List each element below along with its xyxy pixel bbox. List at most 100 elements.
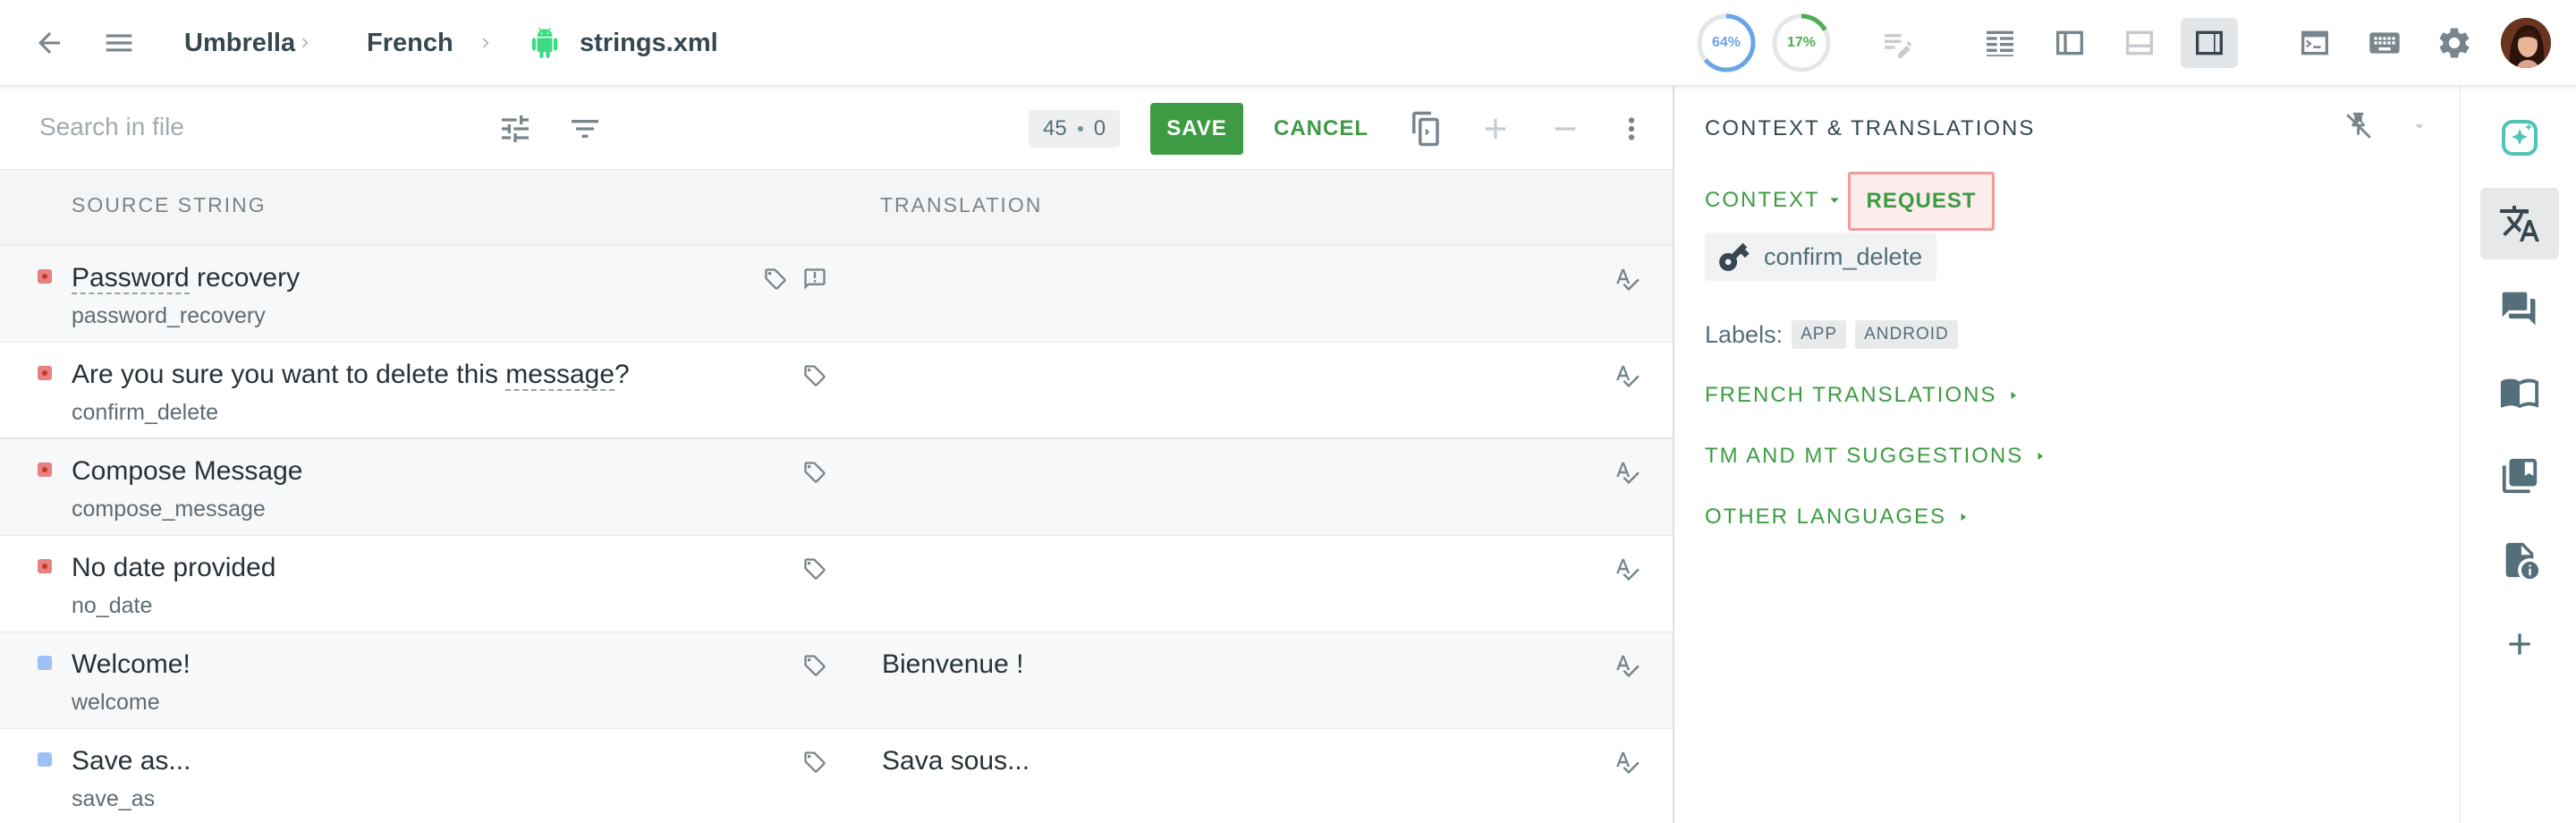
source-text-pre: Compose Message <box>72 456 303 486</box>
android-icon <box>528 27 562 59</box>
counter-value: 0 <box>1093 116 1106 140</box>
label-chip[interactable]: ANDROID <box>1855 320 1958 349</box>
more-vertical-icon[interactable] <box>1614 107 1649 150</box>
terminal-icon[interactable] <box>2286 18 2343 68</box>
chevron-down-icon[interactable] <box>2406 113 2433 140</box>
copy-source-icon[interactable] <box>1402 107 1447 150</box>
context-panel: CONTEXT & TRANSLATIONS CONTEXT REQUEST c… <box>1673 86 2460 823</box>
filter-icon[interactable] <box>564 109 606 148</box>
minus-icon[interactable] <box>1544 107 1587 150</box>
source-text: Password recovery <box>72 260 300 296</box>
tag-icon[interactable] <box>801 652 828 679</box>
column-header-translation: TRANSLATION <box>880 193 1043 216</box>
editor: 45 0 SAVE CANCEL SOURCE STRING TRANSLATI… <box>0 86 1673 823</box>
string-key: save_as <box>72 786 156 811</box>
chevron-right-icon <box>472 27 499 59</box>
glossary-icon[interactable] <box>2480 356 2559 428</box>
translate-icon[interactable] <box>2480 188 2559 259</box>
status-untranslated-icon <box>38 559 52 573</box>
tag-icon[interactable] <box>762 266 789 293</box>
save-button[interactable]: SAVE <box>1150 103 1243 155</box>
tag-icon[interactable] <box>801 362 828 389</box>
label-chip[interactable]: APP <box>1792 320 1847 349</box>
translation-memory-icon[interactable] <box>2480 440 2559 512</box>
source-text-term[interactable]: message <box>505 360 615 391</box>
translation-text[interactable]: Bienvenue ! <box>882 647 1023 683</box>
spellcheck-icon[interactable] <box>1614 556 1640 582</box>
layout-right-panel-icon[interactable] <box>2181 18 2238 68</box>
layout-bottom-panel-icon[interactable] <box>2111 18 2168 68</box>
source-text-post: recovery <box>189 263 301 293</box>
comment-icon[interactable] <box>801 266 828 293</box>
status-untranslated-icon <box>38 366 52 380</box>
source-text: Are you sure you want to delete this mes… <box>72 357 630 393</box>
tag-icon[interactable] <box>801 459 828 486</box>
editor-toolbar: 45 0 SAVE CANCEL <box>0 86 1673 170</box>
table-row[interactable]: Compose Message compose_message <box>0 438 1673 535</box>
string-key: welcome <box>72 690 160 715</box>
source-text-pre: Save as... <box>72 746 191 776</box>
context-dropdown[interactable]: CONTEXT <box>1705 188 1842 213</box>
avatar[interactable] <box>2501 18 2551 68</box>
spellcheck-icon[interactable] <box>1614 266 1640 293</box>
layout-side-by-side-icon[interactable] <box>1971 18 2029 68</box>
table-row[interactable]: Are you sure you want to delete this mes… <box>0 342 1673 438</box>
source-text-pre: Are you sure you want to delete this <box>72 360 506 389</box>
spellcheck-icon[interactable] <box>1614 652 1640 679</box>
tune-icon[interactable] <box>494 109 537 148</box>
keyboard-icon[interactable] <box>2356 18 2413 68</box>
plus-icon[interactable] <box>1474 107 1517 150</box>
breadcrumb-project[interactable]: Umbrella <box>184 25 295 61</box>
breadcrumb-file[interactable]: strings.xml <box>580 25 718 61</box>
table-row[interactable]: No date provided no_date <box>0 535 1673 632</box>
word-counter: 45 0 <box>1029 110 1121 148</box>
tag-icon[interactable] <box>801 749 828 776</box>
counter-total: 45 <box>1043 116 1067 140</box>
context-label: CONTEXT <box>1705 188 1820 212</box>
edit-note-icon[interactable] <box>1869 18 1927 68</box>
section-label: OTHER LANGUAGES <box>1705 505 1947 529</box>
comments-icon[interactable] <box>2480 274 2559 345</box>
pin-icon[interactable] <box>2340 106 2379 145</box>
menu-icon[interactable] <box>97 25 141 61</box>
add-panel-icon[interactable] <box>2480 608 2559 680</box>
source-text-pre: No date provided <box>72 553 276 582</box>
table-row[interactable]: Save as... save_as Sava sous... <box>0 728 1673 823</box>
status-translated-icon <box>38 752 52 767</box>
table-row[interactable]: Password recovery password_recovery <box>0 245 1673 342</box>
section-other-languages[interactable]: OTHER LANGUAGES <box>1705 505 1970 530</box>
progress-translated-label: 64% <box>1711 35 1741 50</box>
source-text: Welcome! <box>72 647 191 683</box>
request-context-button[interactable]: REQUEST <box>1848 172 1995 231</box>
source-text-pre: Welcome! <box>72 649 191 679</box>
labels-title: Labels: <box>1705 320 1784 348</box>
gear-icon[interactable] <box>2426 18 2483 68</box>
search-input[interactable] <box>39 107 469 147</box>
cancel-button[interactable]: CANCEL <box>1268 103 1374 155</box>
chevron-right-icon <box>292 27 318 59</box>
source-text-post: ? <box>614 360 630 389</box>
progress-approved-label: 17% <box>1786 35 1817 50</box>
file-info-icon[interactable] <box>2480 524 2559 596</box>
progress-approved: 17% <box>1771 13 1832 73</box>
string-key: compose_message <box>72 496 266 522</box>
section-tm-mt-suggestions[interactable]: TM AND MT SUGGESTIONS <box>1705 444 2046 469</box>
ai-assistant-icon[interactable] <box>2480 102 2559 174</box>
table-row[interactable]: Welcome! welcome Bienvenue ! <box>0 632 1673 728</box>
spellcheck-icon[interactable] <box>1614 749 1640 776</box>
breadcrumb-language[interactable]: French <box>367 25 453 61</box>
section-label: FRENCH TRANSLATIONS <box>1705 383 1997 407</box>
section-french-translations[interactable]: FRENCH TRANSLATIONS <box>1705 383 2020 408</box>
key-icon <box>1719 242 1750 271</box>
layout-left-panel-icon[interactable] <box>2041 18 2098 68</box>
translation-text[interactable]: Sava sous... <box>882 743 1030 779</box>
status-untranslated-icon <box>38 269 52 284</box>
spellcheck-icon[interactable] <box>1614 362 1640 389</box>
source-text: Compose Message <box>72 454 302 489</box>
source-text-term[interactable]: Password <box>72 263 190 294</box>
tag-icon[interactable] <box>801 556 828 582</box>
status-untranslated-icon <box>38 462 52 477</box>
back-arrow-icon[interactable] <box>27 25 72 61</box>
string-key: confirm_delete <box>1764 242 1923 270</box>
spellcheck-icon[interactable] <box>1614 459 1640 486</box>
